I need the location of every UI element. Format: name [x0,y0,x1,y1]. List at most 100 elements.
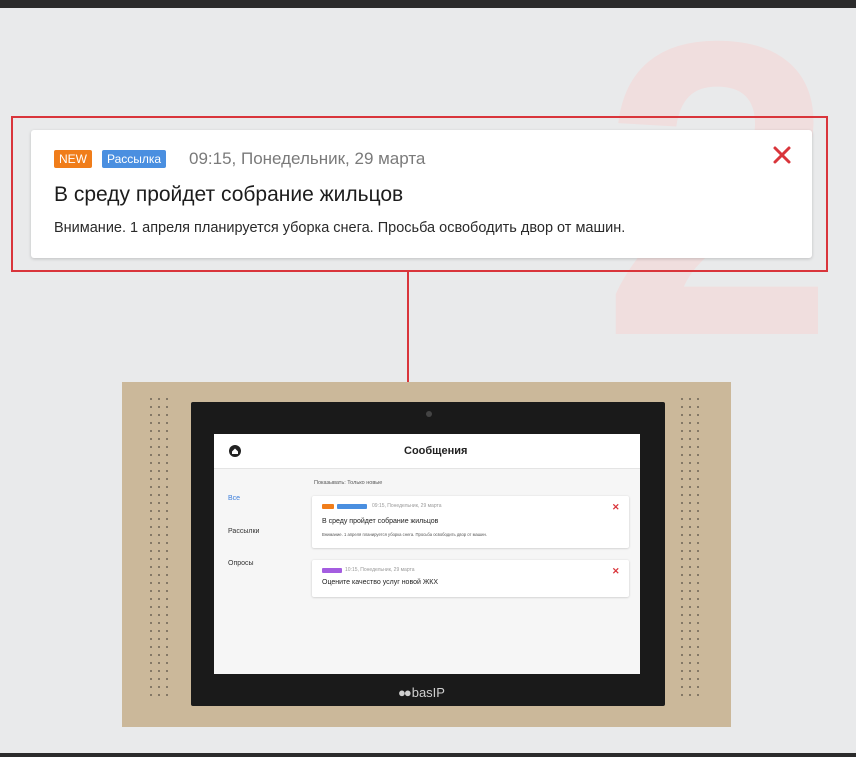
grille-dot [150,646,152,648]
grille-dot [681,582,683,584]
grille-dot [158,590,160,592]
grille-dot [689,582,691,584]
grille-dot [689,438,691,440]
logo-mark-icon: ●● [398,685,412,700]
grille-dot [150,494,152,496]
grille-dot [150,558,152,560]
notification-card-zoomed: NEW Рассылка 09:15, Понедельник, 29 март… [31,130,812,258]
intercom-device: Сообщения Показывать: Только новые Все Р… [122,382,731,727]
grille-dot [158,454,160,456]
close-icon[interactable]: ✕ [612,502,620,513]
notification-body: Внимание. 1 апреля планируется уборка сн… [54,220,626,236]
grille-dot [166,454,168,456]
grille-dot [681,422,683,424]
grille-dot [150,398,152,400]
grille-dot [681,534,683,536]
grille-dot [681,614,683,616]
sidebar-item-all[interactable]: Все [228,495,240,502]
grille-dot [697,462,699,464]
grille-dot [166,614,168,616]
home-icon[interactable] [228,444,242,458]
grille-dot [158,526,160,528]
grille-dot [697,550,699,552]
grille-dot [697,430,699,432]
grille-dot [150,686,152,688]
grille-dot [158,406,160,408]
screen-header: Сообщения [214,434,640,469]
grille-dot [697,542,699,544]
grille-dot [681,414,683,416]
camera-icon [426,411,432,417]
grille-dot [166,670,168,672]
grille-dot [158,542,160,544]
grille-dot [697,398,699,400]
grille-dot [689,534,691,536]
grille-dot [166,566,168,568]
grille-dot [166,406,168,408]
grille-dot [697,606,699,608]
message-title: Оцените качество услуг новой ЖКХ [322,579,439,586]
grille-dot [166,550,168,552]
grille-dot [689,398,691,400]
grille-dot [150,446,152,448]
grille-dot [158,670,160,672]
grille-dot [689,446,691,448]
grille-dot [166,646,168,648]
grille-dot [166,510,168,512]
grille-dot [689,510,691,512]
grille-dot [689,414,691,416]
grille-dot [158,686,160,688]
filter-label[interactable]: Показывать: Только новые [314,480,382,486]
notification-title: В среду пройдет собрание жильцов [54,183,404,206]
close-icon[interactable]: ✕ [612,566,620,577]
grille-dot [166,686,168,688]
sidebar-item-mailings[interactable]: Рассылки [228,528,259,535]
sidebar-item-polls[interactable]: Опросы [228,560,254,567]
close-icon[interactable] [769,142,795,168]
grille-dot [689,470,691,472]
grille-dot [697,486,699,488]
grille-dot [158,614,160,616]
category-badge [337,504,367,509]
grille-dot [150,406,152,408]
grille-dot [689,590,691,592]
grille-dot [697,406,699,408]
grille-dot [166,662,168,664]
grille-dot [697,582,699,584]
grille-dot [681,566,683,568]
grille-dot [158,478,160,480]
grille-dot [158,534,160,536]
grille-dot [150,566,152,568]
grille-dot [681,654,683,656]
device-bezel: Сообщения Показывать: Только новые Все Р… [191,402,665,706]
grille-dot [681,550,683,552]
grille-dot [150,454,152,456]
grille-dot [166,654,168,656]
grille-dot [689,678,691,680]
grille-dot [697,590,699,592]
grille-dot [681,470,683,472]
brand-logo: ●● basIP [398,685,445,700]
message-time: 09:15, Понедельник, 29 марта [372,503,442,509]
message-card[interactable]: 10:15, Понедельник, 29 марта Оцените кач… [312,560,629,597]
grille-dot [158,622,160,624]
grille-dot [158,574,160,576]
grille-dot [681,478,683,480]
grille-dot [697,454,699,456]
grille-dot [689,462,691,464]
grille-dot [150,598,152,600]
grille-dot [681,598,683,600]
grille-dot [166,542,168,544]
notification-time: 09:15, Понедельник, 29 марта [189,149,426,168]
grille-dot [150,414,152,416]
grille-dot [689,638,691,640]
grille-dot [158,414,160,416]
grille-dot [689,686,691,688]
grille-dot [697,694,699,696]
grille-dot [681,542,683,544]
grille-dot [689,494,691,496]
grille-dot [166,622,168,624]
grille-dot [689,630,691,632]
message-card[interactable]: 09:15, Понедельник, 29 марта В среду про… [312,496,629,548]
grille-dot [158,438,160,440]
